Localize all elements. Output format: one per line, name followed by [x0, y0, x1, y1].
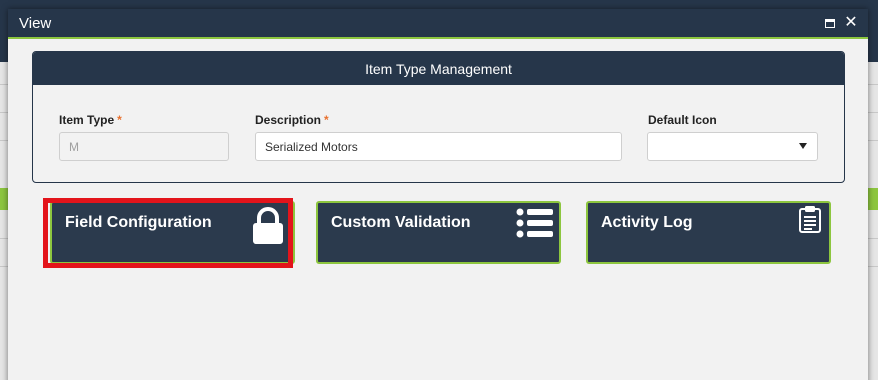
activity-log-tile[interactable]: Activity Log — [586, 201, 831, 264]
tile-label: Activity Log — [601, 214, 693, 231]
view-modal: View ✕ Item Type Management Item Type * M… — [8, 9, 868, 380]
required-mark: * — [324, 113, 329, 127]
item-type-field: M — [59, 132, 229, 161]
required-mark: * — [117, 113, 122, 127]
close-icon[interactable]: ✕ — [844, 15, 858, 31]
highlight-box — [43, 198, 293, 268]
default-icon-label: Default Icon — [648, 113, 717, 127]
modal-title: View — [19, 14, 52, 32]
item-type-management-panel: Item Type Management Item Type * M Descri… — [32, 51, 845, 183]
description-field[interactable]: Serialized Motors — [255, 132, 622, 161]
description-label-text: Description — [255, 113, 322, 127]
panel-title: Item Type Management — [33, 52, 844, 85]
list-icon — [516, 208, 553, 238]
description-value: Serialized Motors — [265, 139, 358, 154]
description-label: Description * — [255, 113, 329, 127]
default-icon-select[interactable] — [647, 132, 818, 161]
default-icon-label-text: Default Icon — [648, 113, 717, 127]
chevron-down-icon — [799, 143, 807, 149]
tile-label: Custom Validation — [331, 214, 471, 231]
clipboard-icon — [799, 206, 821, 233]
custom-validation-tile[interactable]: Custom Validation — [316, 201, 561, 264]
item-type-label: Item Type * — [59, 113, 122, 127]
item-type-label-text: Item Type — [59, 113, 115, 127]
modal-header: View ✕ — [8, 9, 868, 39]
item-type-value: M — [69, 139, 79, 154]
maximize-icon[interactable] — [823, 16, 837, 30]
